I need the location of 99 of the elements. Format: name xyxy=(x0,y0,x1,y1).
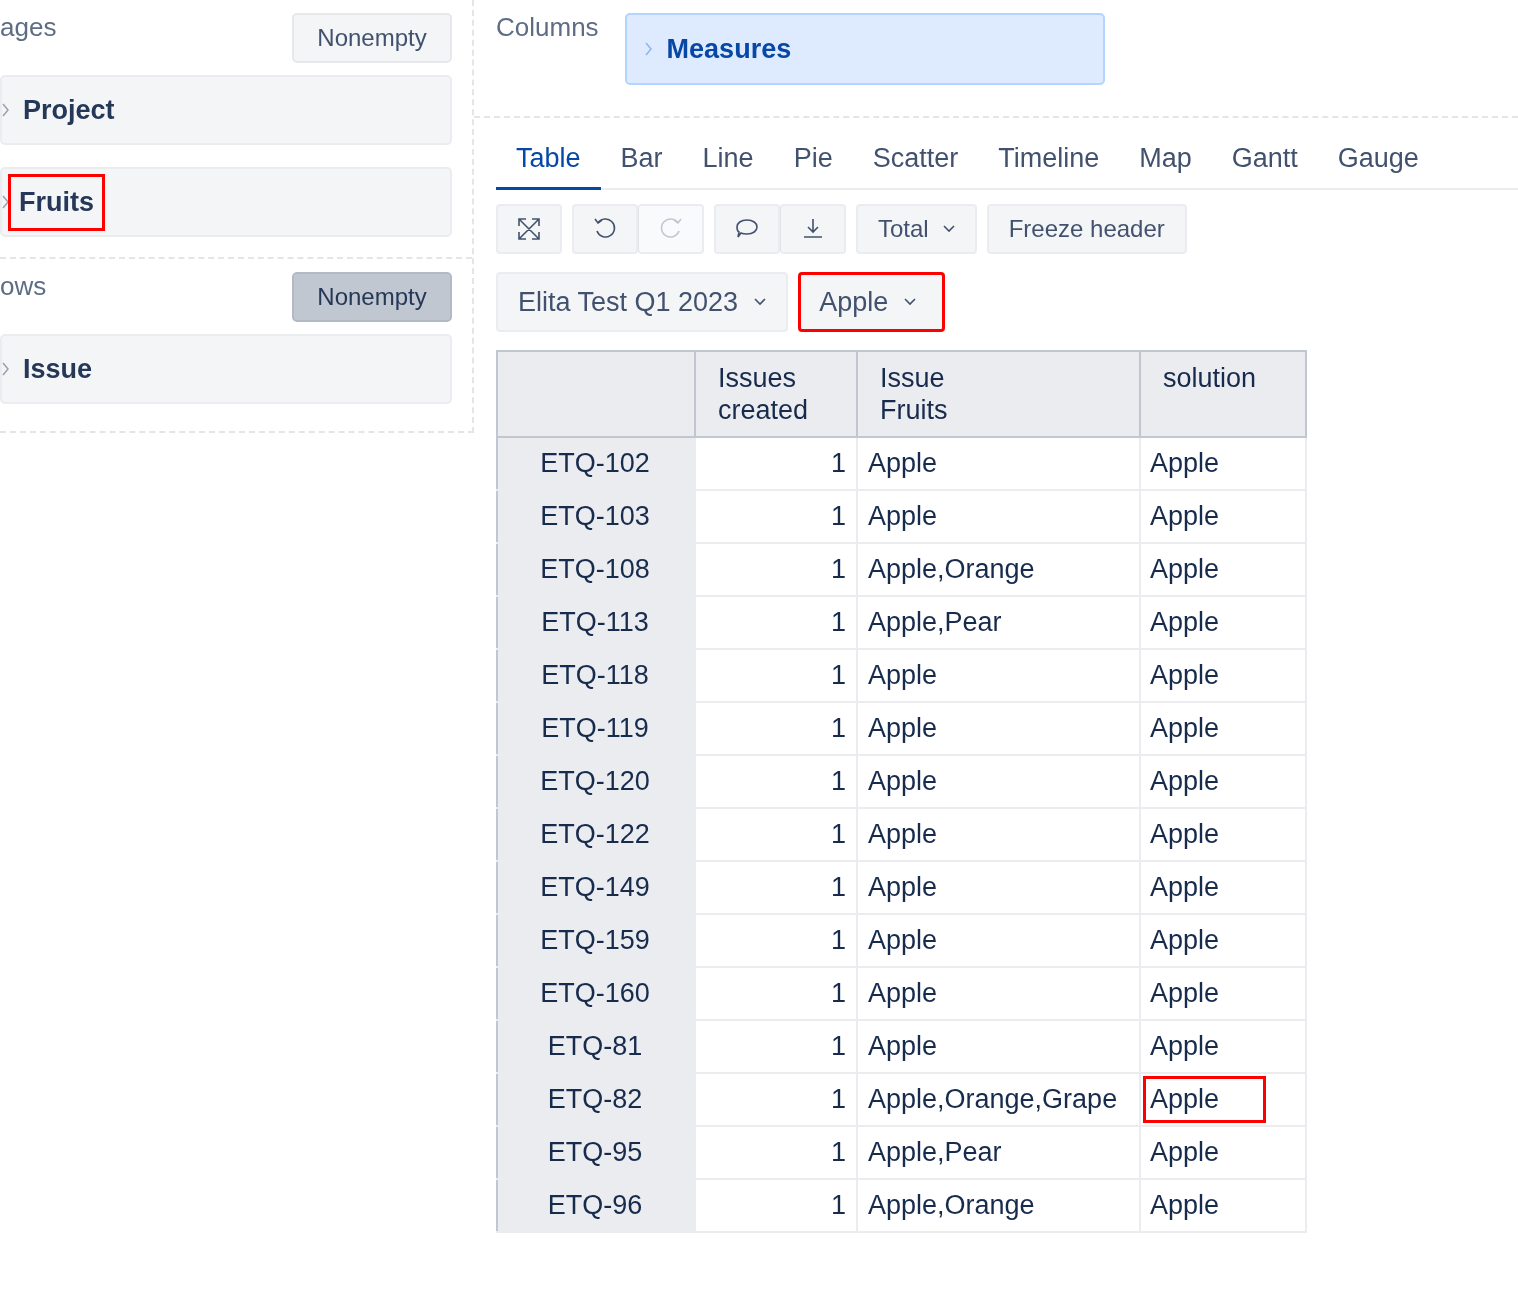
table-cell: Apple xyxy=(1140,755,1306,808)
table-cell: 1 xyxy=(695,1126,857,1179)
tab[interactable]: Timeline xyxy=(978,140,1120,190)
caret-icon xyxy=(942,225,955,233)
table-cell: Apple,Orange xyxy=(857,543,1140,596)
caret-icon xyxy=(754,298,767,306)
tab[interactable]: Map xyxy=(1119,140,1212,190)
row-header-cell: ETQ-103 xyxy=(497,490,695,543)
table-cell: Apple,Pear xyxy=(857,1126,1140,1179)
filter-dropdown[interactable]: Elita Test Q1 2023 xyxy=(496,272,789,332)
table-cell: 1 xyxy=(695,543,857,596)
row-header-cell: ETQ-160 xyxy=(497,967,695,1020)
expand-button[interactable] xyxy=(496,204,562,254)
row-header-cell: ETQ-113 xyxy=(497,596,695,649)
table-cell: Apple xyxy=(1140,490,1306,543)
table-cell: 1 xyxy=(695,596,857,649)
table-cell: 1 xyxy=(695,861,857,914)
row-header-cell: ETQ-118 xyxy=(497,649,695,702)
row-header-cell: ETQ-95 xyxy=(497,1126,695,1179)
table-cell: Apple xyxy=(1140,914,1306,967)
freeze-header-button[interactable]: Freeze header xyxy=(986,204,1187,254)
table-cell: Apple xyxy=(857,490,1140,543)
table-cell: Apple xyxy=(857,702,1140,755)
table-cell: 1 xyxy=(695,1020,857,1073)
table-cell: Apple xyxy=(1140,543,1306,596)
table-cell: 1 xyxy=(695,490,857,543)
table-cell: 1 xyxy=(695,808,857,861)
caret-icon xyxy=(904,298,917,306)
table-cell: Apple xyxy=(1140,967,1306,1020)
download-button[interactable] xyxy=(780,204,846,254)
table-cell: 1 xyxy=(695,1073,857,1126)
tab[interactable]: Bar xyxy=(600,140,683,190)
table-cell: 1 xyxy=(695,702,857,755)
table-cell: Apple xyxy=(857,755,1140,808)
row-header-cell: ETQ-81 xyxy=(497,1020,695,1073)
table-cell: Apple xyxy=(857,914,1140,967)
row-header-cell: ETQ-102 xyxy=(497,437,695,490)
table-cell: Apple xyxy=(1140,596,1306,649)
chevron-right-icon xyxy=(2,103,10,117)
comment-button[interactable] xyxy=(714,204,780,254)
row-header-cell: ETQ-122 xyxy=(497,808,695,861)
table-cell: Apple xyxy=(857,861,1140,914)
dimension-item[interactable]: Fruits xyxy=(0,167,452,237)
table-cell: 1 xyxy=(695,649,857,702)
table-cell: Apple,Pear xyxy=(857,596,1140,649)
filter-dropdown[interactable]: Apple xyxy=(798,272,946,332)
header-cell: Issue Fruits xyxy=(857,351,1140,437)
table-cell: Apple,Orange,Grape xyxy=(857,1073,1140,1126)
table-cell: Apple xyxy=(1140,1020,1306,1073)
undo-icon xyxy=(593,217,617,241)
chevron-right-icon xyxy=(2,362,10,376)
tab[interactable]: Gantt xyxy=(1211,140,1318,190)
row-header-cell: ETQ-149 xyxy=(497,861,695,914)
table-cell: Apple xyxy=(1140,808,1306,861)
table-cell: Apple xyxy=(1140,702,1306,755)
table-cell: Apple xyxy=(1140,437,1306,490)
table-cell: Apple xyxy=(1140,1126,1306,1179)
table-cell: 1 xyxy=(695,755,857,808)
row-header-cell: ETQ-120 xyxy=(497,755,695,808)
tab[interactable]: Table xyxy=(496,140,601,190)
header-cell: Issues created xyxy=(695,351,857,437)
tab[interactable]: Scatter xyxy=(852,140,979,190)
total-dropdown[interactable]: Total xyxy=(856,204,977,254)
tab[interactable]: Gauge xyxy=(1317,140,1439,190)
row-header-cell: ETQ-119 xyxy=(497,702,695,755)
row-header-cell: ETQ-108 xyxy=(497,543,695,596)
row-header-cell: ETQ-82 xyxy=(497,1073,695,1126)
table-cell: Apple xyxy=(857,437,1140,490)
table-cell: 1 xyxy=(695,437,857,490)
redo-icon xyxy=(658,217,683,241)
nonempty-button[interactable]: Nonempty xyxy=(292,272,452,322)
dimension-item[interactable]: Measures xyxy=(624,13,1105,85)
table-cell: Apple xyxy=(857,967,1140,1020)
dimension-item[interactable]: Project xyxy=(0,75,452,145)
table-cell: Apple xyxy=(857,808,1140,861)
section-title: ows xyxy=(0,272,47,300)
table-cell: Apple xyxy=(1140,649,1306,702)
dimension-item[interactable]: Issue xyxy=(0,334,452,404)
chevron-right-icon xyxy=(644,42,653,56)
table-cell: 1 xyxy=(695,1179,857,1232)
section-title: Columns xyxy=(496,12,599,44)
header-cell: solution xyxy=(1140,351,1306,437)
table-cell: 1 xyxy=(695,914,857,967)
table-cell: 1 xyxy=(695,967,857,1020)
table-cell: Apple xyxy=(857,649,1140,702)
table-cell: Apple xyxy=(1140,1073,1306,1126)
tab[interactable]: Line xyxy=(682,140,774,190)
section-title: ages xyxy=(0,13,57,41)
row-header-cell: ETQ-96 xyxy=(497,1179,695,1232)
table-cell: Apple xyxy=(1140,861,1306,914)
row-header-cell: ETQ-159 xyxy=(497,914,695,967)
table-cell: Apple xyxy=(857,1020,1140,1073)
undo-button[interactable] xyxy=(572,204,638,254)
table-cell: Apple,Orange xyxy=(857,1179,1140,1232)
expand-icon xyxy=(517,217,541,241)
table-cell: Apple xyxy=(1140,1179,1306,1232)
chevron-right-icon xyxy=(2,195,10,209)
tab[interactable]: Pie xyxy=(773,140,853,190)
nonempty-button[interactable]: Nonempty xyxy=(292,13,452,63)
